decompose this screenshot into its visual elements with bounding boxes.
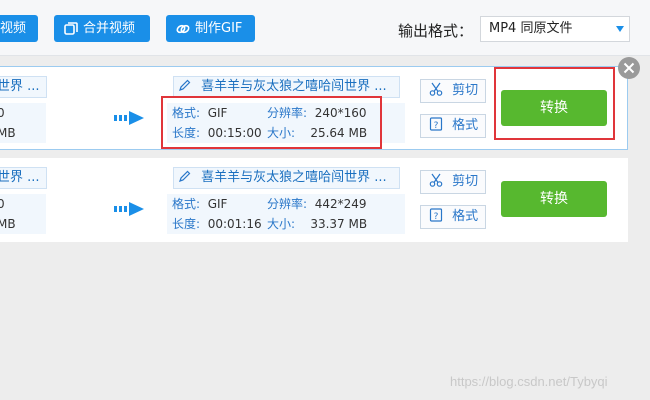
- format-key: 格式:: [172, 197, 201, 211]
- source-size: MB: [0, 217, 16, 231]
- output-title[interactable]: 喜羊羊与灰太狼之嘻哈闯世界 ...: [173, 167, 400, 189]
- merge-video-label: 合并视频: [83, 21, 136, 36]
- resolution-value: 240*160: [314, 106, 367, 120]
- convert-arrow-icon: [114, 202, 144, 216]
- resolution-value: 442*249: [314, 197, 367, 211]
- size-value: 33.37 MB: [310, 217, 368, 231]
- svg-text:?: ?: [434, 212, 439, 222]
- source-info: 0 MB: [0, 103, 46, 143]
- merge-icon: [64, 21, 78, 35]
- edit-pencil-icon: [179, 79, 191, 91]
- watermark: https://blog.csdn.net/Tybyqi: [450, 374, 608, 389]
- task-row: 世界 ... 0 MB 喜羊羊与灰太狼之嘻哈闯世界 ... 格式: GIF 分辨…: [0, 66, 628, 150]
- format-doc-icon: ?: [429, 208, 443, 222]
- output-format-value: MP4 同原文件: [489, 21, 573, 36]
- output-format-label: 输出格式：: [398, 22, 474, 40]
- format-doc-icon: ?: [429, 117, 443, 131]
- size-value: 25.64 MB: [310, 126, 368, 140]
- source-title[interactable]: 世界 ...: [0, 167, 47, 189]
- task-row: 世界 ... 0 MB 喜羊羊与灰太狼之嘻哈闯世界 ... 格式: GIF 分辨…: [0, 158, 628, 242]
- size-key: 大小:: [267, 126, 296, 140]
- cut-label: 剪切: [452, 83, 479, 98]
- output-format-select[interactable]: MP4 同原文件: [480, 16, 630, 42]
- format-value: GIF: [207, 197, 228, 211]
- source-info: 0 MB: [0, 194, 46, 234]
- size-key: 大小:: [267, 217, 296, 231]
- scissors-icon: [429, 82, 443, 96]
- length-key: 长度:: [172, 217, 201, 231]
- convert-button[interactable]: 转换: [501, 90, 607, 126]
- cut-button[interactable]: 剪切: [420, 170, 486, 194]
- scissors-icon: [429, 173, 443, 187]
- chevron-down-icon: [616, 26, 624, 32]
- length-key: 长度:: [172, 126, 201, 140]
- length-value: 00:01:16: [207, 217, 262, 231]
- output-info: 格式: GIF 分辨率: 442*249 长度: 00:01:16 大小: 33…: [167, 194, 405, 234]
- format-button-label: 格式: [452, 118, 479, 133]
- gif-link-icon: [176, 24, 190, 33]
- svg-text:?: ?: [434, 121, 439, 131]
- output-info: 格式: GIF 分辨率: 240*160 长度: 00:15:00 大小: 25…: [167, 103, 405, 143]
- output-title-text: 喜羊羊与灰太狼之嘻哈闯世界 ...: [201, 79, 387, 94]
- video-button[interactable]: 视频: [0, 15, 38, 42]
- format-button-label: 格式: [452, 209, 479, 224]
- format-button[interactable]: ? 格式: [420, 205, 486, 229]
- source-size: MB: [0, 126, 16, 140]
- length-value: 00:15:00: [207, 126, 262, 140]
- toolbar: 视频 合并视频 制作GIF 输出格式： MP4 同原文件: [0, 0, 650, 56]
- source-title[interactable]: 世界 ...: [0, 76, 47, 98]
- make-gif-label: 制作GIF: [195, 21, 243, 36]
- format-value: GIF: [207, 106, 228, 120]
- resolution-key: 分辨率:: [267, 197, 308, 211]
- convert-button[interactable]: 转换: [501, 181, 607, 217]
- output-title-text: 喜羊羊与灰太狼之嘻哈闯世界 ...: [201, 170, 387, 185]
- edit-pencil-icon: [179, 170, 191, 182]
- convert-arrow-icon: [114, 111, 144, 125]
- merge-video-button[interactable]: 合并视频: [54, 15, 150, 42]
- cut-button[interactable]: 剪切: [420, 79, 486, 103]
- source-duration: 0: [0, 106, 5, 120]
- remove-task-button[interactable]: [618, 57, 640, 79]
- video-button-label: 视频: [0, 21, 27, 36]
- make-gif-button[interactable]: 制作GIF: [166, 15, 255, 42]
- format-key: 格式:: [172, 106, 201, 120]
- close-icon: [623, 62, 635, 74]
- output-title[interactable]: 喜羊羊与灰太狼之嘻哈闯世界 ...: [173, 76, 400, 98]
- cut-label: 剪切: [452, 174, 479, 189]
- resolution-key: 分辨率:: [267, 106, 308, 120]
- source-duration: 0: [0, 197, 5, 211]
- format-button[interactable]: ? 格式: [420, 114, 486, 138]
